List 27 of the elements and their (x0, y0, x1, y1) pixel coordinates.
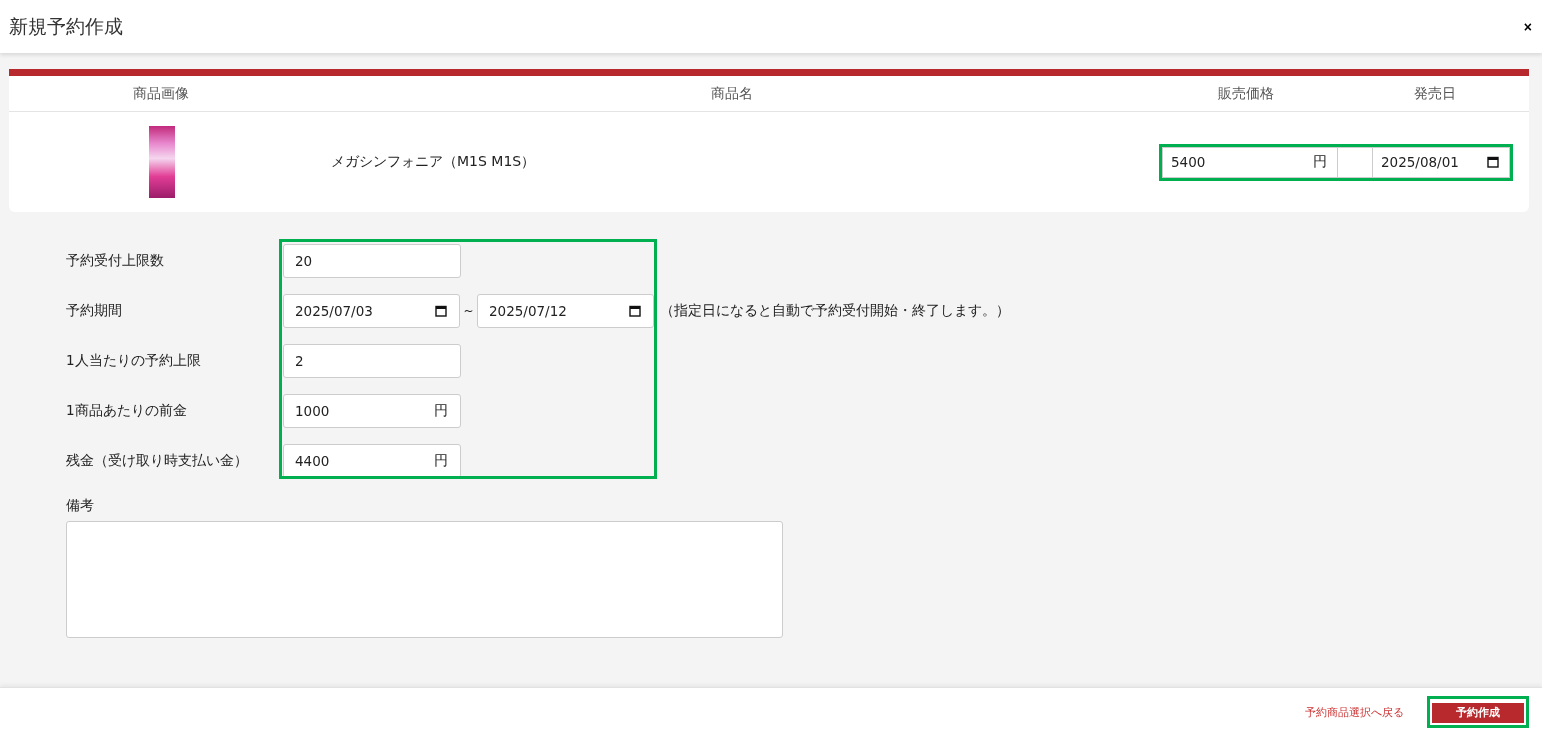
calendar-icon (435, 305, 447, 317)
field-label: 予約受付上限数 (66, 251, 165, 270)
back-link[interactable]: 予約商品選択へ戻る (1305, 704, 1404, 720)
field-label: 残金（受け取り時支払い金） (66, 451, 249, 470)
amount-field[interactable]: 1000 円 (283, 394, 461, 428)
remarks-label: 備考 (66, 497, 95, 515)
create-reservation-button[interactable]: 予約作成 (1432, 702, 1524, 723)
field-label: 1人当たりの予約上限 (66, 351, 202, 370)
remarks-field[interactable] (66, 521, 783, 638)
number-field[interactable]: 2 (283, 344, 461, 378)
field-label: 予約期間 (66, 301, 123, 320)
hint-text: （指定日になると自動で予約受付開始・終了します。） (660, 302, 1010, 320)
field-label: 1商品あたりの前金 (66, 401, 188, 420)
column-header: 販売価格 (1216, 84, 1275, 103)
product-name: メガシンフォニア（M1S M1S） (330, 153, 537, 171)
amount-field[interactable]: 4400 円 (283, 444, 461, 476)
dialog-title: 新規予約作成 (9, 13, 123, 39)
close-button[interactable]: × (1523, 18, 1532, 35)
product-image-placeholder (149, 126, 175, 198)
column-header: 発売日 (1412, 84, 1457, 103)
range-separator: ~ (462, 304, 475, 318)
column-header: 商品画像 (132, 84, 190, 103)
calendar-icon (629, 305, 641, 317)
date-field[interactable]: 2025/07/12 (477, 294, 654, 328)
column-header: 商品名 (710, 84, 755, 103)
number-field[interactable]: 20 (283, 244, 461, 278)
date-field[interactable]: 2025/07/03 (283, 294, 460, 328)
